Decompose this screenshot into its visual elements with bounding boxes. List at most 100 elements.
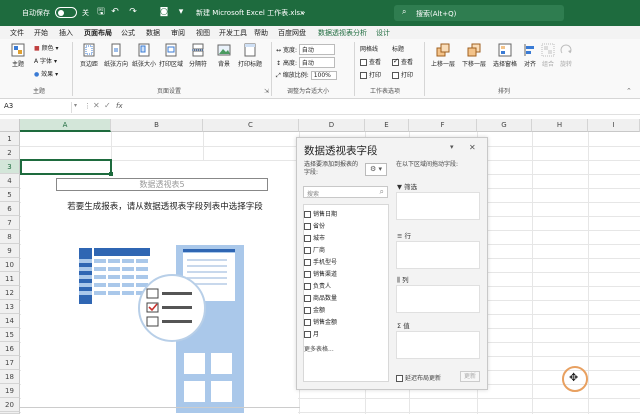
row-header[interactable]: 16 <box>0 342 20 356</box>
redo-icon[interactable]: ↷ <box>127 6 139 18</box>
filename-dropdown-icon[interactable]: ⌄ <box>297 6 309 18</box>
field-checkbox[interactable]: 负责人 <box>304 281 331 290</box>
function-icon[interactable]: fx <box>116 102 123 110</box>
tab-design[interactable]: 设计 <box>376 28 390 38</box>
row-header[interactable]: 10 <box>0 258 20 272</box>
column-header[interactable]: A <box>20 119 111 132</box>
row-header[interactable]: 7 <box>0 216 20 230</box>
row-header[interactable]: 8 <box>0 230 20 244</box>
more-tables-link[interactable]: 更多表格... <box>304 344 334 353</box>
margins-button[interactable]: 页边距 <box>76 43 102 68</box>
fill-handle[interactable] <box>109 172 113 176</box>
tab-home[interactable]: 开始 <box>34 28 48 38</box>
field-checkbox[interactable]: 商品数量 <box>304 293 337 302</box>
align-button[interactable]: 对齐 <box>522 43 538 68</box>
cancel-icon[interactable]: ✕ <box>93 101 100 110</box>
headings-print-checkbox[interactable]: 打印 <box>392 70 413 79</box>
tab-pivot-analyze[interactable]: 数据透视表分析 <box>318 28 367 38</box>
undo-icon[interactable]: ↶ <box>109 6 121 18</box>
columns-drop-zone[interactable] <box>396 285 480 313</box>
field-checkbox[interactable]: 厂商 <box>304 245 325 254</box>
layout-gear-button[interactable]: ⚙ ▾ <box>365 163 387 176</box>
print-titles-button[interactable]: 打印标题 <box>236 43 264 68</box>
row-header[interactable]: 17 <box>0 356 20 370</box>
field-search-input[interactable]: 搜索 ⌕ <box>303 186 388 198</box>
tab-data[interactable]: 数据 <box>146 28 160 38</box>
row-header[interactable]: 20 <box>0 398 20 412</box>
tab-view[interactable]: 视图 <box>196 28 210 38</box>
autosave-toggle[interactable] <box>55 7 77 18</box>
save-icon[interactable]: 🖫 <box>95 6 107 18</box>
customize-quick-access-icon[interactable]: ▾ <box>175 6 187 18</box>
column-header[interactable]: B <box>111 119 203 132</box>
size-button[interactable]: 纸张大小 <box>131 43 157 68</box>
field-checkbox[interactable]: 销售金额 <box>304 317 337 326</box>
name-box[interactable]: A3 <box>4 102 72 113</box>
selection-pane-button[interactable]: 选择窗格 <box>490 43 520 68</box>
field-checkbox[interactable]: 销售日期 <box>304 209 337 218</box>
row-header[interactable]: 11 <box>0 272 20 286</box>
field-checkbox[interactable]: 销售渠道 <box>304 269 337 278</box>
column-header[interactable]: E <box>365 119 409 132</box>
tab-baidu-netdisk[interactable]: 百度网盘 <box>278 28 306 38</box>
print-area-button[interactable]: 打印区域 <box>158 43 184 68</box>
width-control[interactable]: ↔ 宽度: 自动 <box>276 44 335 55</box>
collapse-ribbon-icon[interactable]: ⌃ <box>626 87 632 95</box>
row-header[interactable]: 14 <box>0 314 20 328</box>
column-header[interactable]: G <box>477 119 532 132</box>
gridlines-view-checkbox[interactable]: 查看 <box>360 57 381 66</box>
field-checkbox[interactable]: 金额 <box>304 305 325 314</box>
column-header[interactable]: D <box>299 119 365 132</box>
row-header[interactable]: 5 <box>0 188 20 202</box>
tab-page-layout[interactable]: 页面布局 <box>84 28 112 41</box>
row-header[interactable]: 9 <box>0 244 20 258</box>
formula-input[interactable] <box>132 102 632 113</box>
page-setup-launcher-icon[interactable]: ⇲ <box>264 88 269 95</box>
rows-drop-zone[interactable] <box>396 241 480 269</box>
colors-button[interactable]: ■ 颜色 ▾ <box>34 43 59 52</box>
height-value[interactable]: 自动 <box>298 57 335 68</box>
gridlines-print-checkbox[interactable]: 打印 <box>360 70 381 79</box>
tab-file[interactable]: 文件 <box>10 28 24 38</box>
row-header[interactable]: 15 <box>0 328 20 342</box>
row-header[interactable]: 13 <box>0 300 20 314</box>
search-box[interactable]: ⌕ 搜索(Alt+Q) <box>394 5 564 21</box>
background-button[interactable]: 背景 <box>213 43 235 68</box>
active-cell[interactable] <box>20 159 113 176</box>
group-button[interactable]: 组合 <box>540 43 556 68</box>
row-header[interactable]: 18 <box>0 370 20 384</box>
row-header[interactable]: 2 <box>0 146 20 160</box>
filters-drop-zone[interactable] <box>396 192 480 220</box>
column-header[interactable]: C <box>203 119 299 132</box>
scale-value[interactable]: 100% <box>310 71 337 80</box>
effects-button[interactable]: ● 效果 ▾ <box>34 69 58 78</box>
width-value[interactable]: 自动 <box>298 44 335 55</box>
field-checkbox[interactable]: 省份 <box>304 221 325 230</box>
themes-button[interactable]: 主题 <box>6 43 30 68</box>
defer-update-checkbox[interactable]: 延迟布局更新 <box>396 373 441 382</box>
fonts-button[interactable]: A 字体 ▾ <box>34 56 57 65</box>
more-options-icon[interactable]: ⋮ <box>84 102 91 110</box>
height-control[interactable]: ↕ 高度: 自动 <box>276 57 335 68</box>
row-header[interactable]: 3 <box>0 160 20 174</box>
headings-view-checkbox[interactable]: 查看 <box>392 57 413 66</box>
row-header[interactable]: 6 <box>0 202 20 216</box>
orientation-button[interactable]: 纸张方向 <box>103 43 129 68</box>
column-header[interactable]: F <box>409 119 477 132</box>
tab-developer[interactable]: 开发工具 <box>219 28 247 38</box>
enter-icon[interactable]: ✓ <box>104 101 111 110</box>
tab-insert[interactable]: 插入 <box>59 28 73 38</box>
row-header[interactable]: 12 <box>0 286 20 300</box>
row-header[interactable]: 1 <box>0 132 20 146</box>
tab-review[interactable]: 审阅 <box>171 28 185 38</box>
pane-options-icon[interactable]: ▾ <box>450 143 454 151</box>
bring-forward-button[interactable]: 上移一层 <box>428 43 458 68</box>
tab-formulas[interactable]: 公式 <box>121 28 135 38</box>
row-header[interactable]: 19 <box>0 384 20 398</box>
column-header[interactable]: H <box>532 119 588 132</box>
field-checkbox[interactable]: 手机型号 <box>304 257 337 266</box>
camera-icon[interactable]: ◙ <box>158 6 170 18</box>
column-header[interactable]: I <box>588 119 640 132</box>
name-box-dropdown-icon[interactable]: ▾ <box>74 102 77 109</box>
select-all-corner[interactable] <box>0 119 20 132</box>
